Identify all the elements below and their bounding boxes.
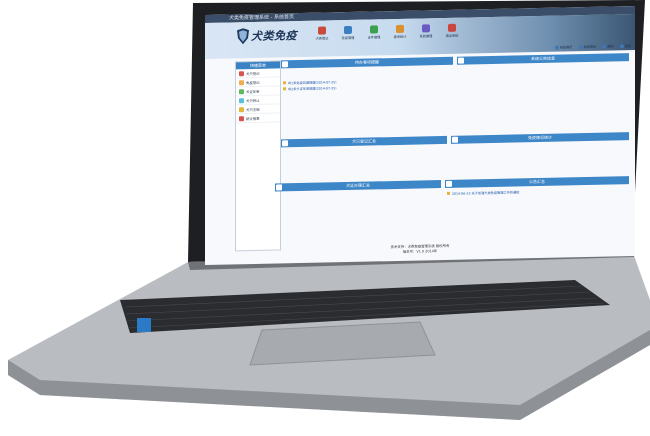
logo-text: 犬类免疫 <box>251 29 297 44</box>
main-content: 快捷菜单 犬只登记 免疫登记 犬证年审 犬只转让 犬只注销 统计报表 待办事项提醒 有1条… <box>205 50 635 265</box>
shield-icon <box>237 28 249 45</box>
topnav-item-0[interactable]: 犬类登记 <box>311 26 333 41</box>
list-item[interactable]: 2014-06-23 关于加强犬类免疫管理工作的通知 <box>447 187 627 196</box>
menu-icon <box>370 25 378 34</box>
panel-icon <box>282 61 288 68</box>
panel-immunity-header: 免疫情况统计 <box>451 132 629 144</box>
panel-registration: 犬只登记汇总 <box>281 135 447 148</box>
toolbar-item-2[interactable]: 帮助 <box>602 43 614 49</box>
list-item-text: 有1条免疫到期提醒(2014-07-25) <box>288 80 337 86</box>
topnav-item-2[interactable]: 证件管理 <box>363 25 385 40</box>
panel-immunity-title: 免疫情况统计 <box>528 134 552 141</box>
toolbar-icon <box>554 45 559 50</box>
sidebar-item-icon <box>239 106 244 112</box>
toolbar-item-3[interactable]: 退出 <box>619 43 631 49</box>
sidebar-item-label: 犬只登记 <box>246 71 260 76</box>
topnav-label: 查询统计 <box>393 34 407 40</box>
panel-license: 犬证办理汇总 <box>275 180 441 192</box>
sticker <box>137 318 151 332</box>
toolbar-icon <box>602 44 607 49</box>
sidebar-item-icon <box>239 115 244 121</box>
toolbar: 系统首页 修改密码 帮助 退出 <box>554 43 631 50</box>
toolbar-item-1[interactable]: 修改密码 <box>578 44 597 50</box>
topnav-label: 证件管理 <box>367 35 381 40</box>
sidebar-item-label: 犬只转让 <box>246 98 260 103</box>
panel-notice-header: 系统公告信息 <box>457 53 629 65</box>
menu-icon <box>396 24 404 33</box>
panel-license-header: 犬证办理汇总 <box>275 180 441 192</box>
toolbar-item-0[interactable]: 系统首页 <box>554 44 573 50</box>
panel-todo-title: 待办事项提醒 <box>355 59 379 65</box>
panel-notice-title: 系统公告信息 <box>531 55 555 62</box>
sidebar-item-label: 犬只注销 <box>246 107 260 112</box>
sidebar-item-label: 免疫登记 <box>246 80 260 85</box>
topnav-item-1[interactable]: 免疫管理 <box>337 25 359 41</box>
menu-icon <box>448 23 456 32</box>
panel-notice: 系统公告信息 <box>457 53 629 65</box>
toolbar-icon <box>619 44 624 49</box>
topnav-label: 系统管理 <box>419 34 433 39</box>
top-navigation: 犬类登记 免疫管理 证件管理 查询统计 系统管理 退出系统 <box>311 23 463 41</box>
topnav-label: 退出系统 <box>445 33 459 38</box>
sidebar-item-label: 犬证年审 <box>246 89 260 94</box>
sidebar-item-icon <box>239 79 244 85</box>
sidebar-item-5[interactable]: 统计报表 <box>236 113 280 124</box>
topnav-item-5[interactable]: 退出系统 <box>441 23 463 38</box>
sidebar: 快捷菜单 犬只登记 免疫登记 犬证年审 犬只转让 犬只注销 统计报表 <box>235 60 281 252</box>
panel-announcements-title: 公告汇总 <box>529 178 545 185</box>
panel-immunity: 免疫情况统计 <box>451 132 629 144</box>
menu-icon <box>344 25 352 35</box>
panel-icon <box>282 140 288 147</box>
topnav-item-3[interactable]: 查询统计 <box>389 24 411 40</box>
sidebar-item-label: 统计报表 <box>246 116 260 121</box>
panel-registration-title: 犬只登记汇总 <box>352 138 376 144</box>
topnav-item-4[interactable]: 系统管理 <box>415 24 437 39</box>
bullet-icon <box>447 191 450 195</box>
topnav-label: 免疫管理 <box>341 35 355 41</box>
panel-icon <box>276 184 282 191</box>
bullet-icon <box>283 81 286 85</box>
topnav-label: 犬类登记 <box>315 36 329 41</box>
sidebar-item-icon <box>239 70 244 76</box>
toolbar-label: 修改密码 <box>583 44 597 50</box>
app-logo: 犬类免疫 <box>237 27 297 45</box>
panel-license-title: 犬证办理汇总 <box>346 182 370 189</box>
panel-registration-header: 犬只登记汇总 <box>281 135 447 148</box>
bullet-icon <box>283 87 286 91</box>
toolbar-icon <box>578 45 583 50</box>
panel-todo: 待办事项提醒 有1条免疫到期提醒(2014-07-25) 有2条犬证年审提醒(20… <box>281 56 453 96</box>
panel-announcements: 公告汇总 2014-06-23 关于加强犬类免疫管理工作的通知 <box>445 176 629 200</box>
sidebar-item-icon <box>239 88 244 94</box>
toolbar-label: 系统首页 <box>559 45 573 50</box>
menu-icon <box>422 24 430 33</box>
panel-icon <box>452 136 458 143</box>
sidebar-item-icon <box>239 97 244 103</box>
toolbar-label: 退出 <box>624 44 631 49</box>
panel-icon <box>446 180 452 187</box>
list-item-text: 有2条犬证年审提醒(2014-07-25) <box>288 86 337 92</box>
toolbar-label: 帮助 <box>607 44 614 49</box>
screen: 犬类免疫管理系统 - 系统首页 犬类免疫 犬类登记 免疫管理 证件管理 查询统计 系统管… <box>205 5 635 265</box>
list-item-text: 2014-06-23 关于加强犬类免疫管理工作的通知 <box>452 190 520 196</box>
menu-icon <box>318 26 326 35</box>
panel-icon <box>458 57 464 64</box>
